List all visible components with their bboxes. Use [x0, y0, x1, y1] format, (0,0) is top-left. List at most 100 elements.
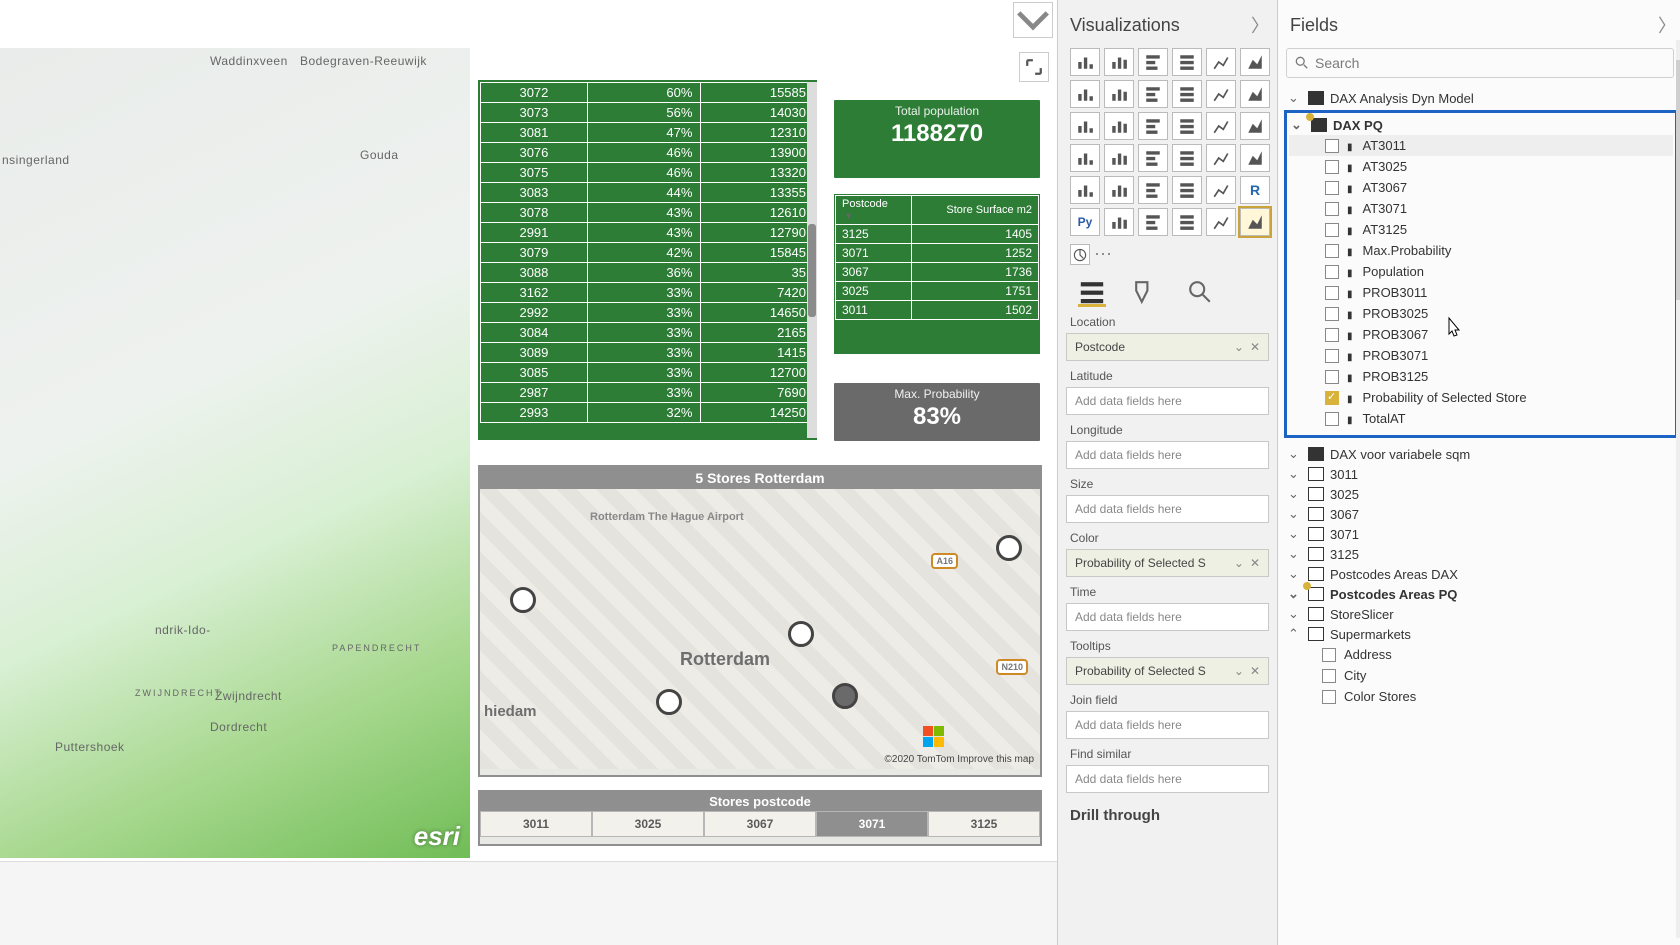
fields-scrollbar[interactable] [1676, 40, 1680, 938]
remove-field-icon[interactable]: ✕ [1250, 664, 1260, 678]
viz-analytics-icon[interactable] [1070, 244, 1090, 265]
table-dax-analysis[interactable]: ⌄DAX Analysis Dyn Model [1286, 88, 1676, 108]
table-row[interactable]: 308433%2165 [481, 323, 815, 343]
viz-type-icon[interactable] [1138, 144, 1168, 172]
remove-field-icon[interactable]: ✕ [1250, 556, 1260, 570]
field-checkbox[interactable] [1325, 244, 1339, 258]
viz-type-icon[interactable] [1206, 144, 1236, 172]
store-pin[interactable] [788, 621, 814, 647]
viz-type-icon[interactable] [1172, 208, 1202, 236]
field-checkbox[interactable] [1325, 223, 1339, 237]
table-row[interactable]: 307546%13320 [481, 163, 815, 183]
remove-field-icon[interactable]: ✕ [1250, 340, 1260, 354]
collapse-pane-icon[interactable]: 〉 [1658, 12, 1676, 38]
stores-postcode-slicer[interactable]: Stores postcode 30113025306730713125 [478, 790, 1042, 846]
table-row[interactable]: 31251405 [836, 225, 1039, 244]
field-checkbox[interactable] [1325, 286, 1339, 300]
field-checkbox[interactable] [1325, 349, 1339, 363]
viz-type-icon[interactable] [1138, 112, 1168, 140]
well-color[interactable]: Probability of Selected S ⌄✕ [1066, 549, 1269, 577]
page-dropdown-button[interactable] [1013, 2, 1053, 38]
chevron-down-icon[interactable]: ⌄ [1234, 340, 1244, 354]
store-pin-selected[interactable] [832, 683, 858, 709]
viz-type-icon[interactable] [1104, 144, 1134, 172]
field-item[interactable]: PROB3067 [1289, 324, 1673, 345]
well-time[interactable]: Add data fields here [1066, 603, 1269, 631]
store-pin[interactable] [656, 689, 682, 715]
table-row[interactable]: 30711252 [836, 244, 1039, 263]
postcode-probability-table[interactable]: 307260%15585307356%14030308147%123103076… [478, 80, 817, 440]
field-item[interactable]: PROB3011 [1289, 282, 1673, 303]
col-header-surface[interactable]: Store Surface m2 [911, 196, 1038, 225]
viz-type-icon[interactable] [1138, 48, 1168, 76]
field-checkbox[interactable] [1325, 412, 1339, 426]
field-checkbox[interactable] [1325, 265, 1339, 279]
viz-type-icon[interactable] [1104, 208, 1134, 236]
table-3025[interactable]: ⌄3025 [1286, 484, 1676, 504]
slicer-option[interactable]: 3071 [816, 811, 928, 837]
viz-type-icon[interactable] [1206, 48, 1236, 76]
table-row[interactable]: 30671736 [836, 263, 1039, 282]
viz-type-icon[interactable] [1070, 80, 1100, 108]
field-item[interactable]: AT3011 [1289, 135, 1673, 156]
fields-tab-icon[interactable] [1078, 279, 1106, 307]
table-row[interactable]: 308836%35 [481, 263, 815, 283]
store-pin[interactable] [996, 535, 1022, 561]
table-row[interactable]: 308147%12310 [481, 123, 815, 143]
viz-type-icon[interactable] [1070, 48, 1100, 76]
viz-type-icon[interactable] [1138, 208, 1168, 236]
field-item[interactable]: City [1286, 665, 1676, 686]
table-row[interactable]: 307356%14030 [481, 103, 815, 123]
table-row[interactable]: 308344%13355 [481, 183, 815, 203]
table-dax-var-sqm[interactable]: ⌄DAX voor variabele sqm [1286, 444, 1676, 464]
field-item[interactable]: Probability of Selected Store [1289, 387, 1673, 408]
viz-type-icon[interactable] [1240, 144, 1270, 172]
viz-type-icon[interactable] [1138, 176, 1168, 204]
field-item[interactable]: Population [1289, 261, 1673, 282]
table-row[interactable]: 308933%1415 [481, 343, 815, 363]
table-3071[interactable]: ⌄3071 [1286, 524, 1676, 544]
well-longitude[interactable]: Add data fields here [1066, 441, 1269, 469]
well-location[interactable]: Postcode ⌄✕ [1066, 333, 1269, 361]
table-row[interactable]: 307646%13900 [481, 143, 815, 163]
well-findsimilar[interactable]: Add data fields here [1066, 765, 1269, 793]
viz-type-icon[interactable] [1240, 80, 1270, 108]
well-size[interactable]: Add data fields here [1066, 495, 1269, 523]
col-header-postcode[interactable]: Postcode [836, 196, 912, 225]
table-postcodes-areas-pq[interactable]: ⌄Postcodes Areas PQ [1286, 584, 1676, 604]
field-item[interactable]: PROB3071 [1289, 345, 1673, 366]
table-row[interactable]: 307942%15845 [481, 243, 815, 263]
collapse-pane-icon[interactable]: 〉 [1251, 12, 1269, 38]
expand-icon[interactable] [1019, 52, 1049, 82]
table-postcodes-areas-dax[interactable]: ⌄Postcodes Areas DAX [1286, 564, 1676, 584]
viz-type-icon[interactable] [1240, 48, 1270, 76]
slicer-option[interactable]: 3011 [480, 811, 592, 837]
field-checkbox[interactable] [1325, 370, 1339, 384]
table-row[interactable]: 30251751 [836, 282, 1039, 301]
fields-search[interactable]: Search [1286, 48, 1674, 78]
viz-type-icon[interactable] [1172, 112, 1202, 140]
field-checkbox[interactable] [1325, 160, 1339, 174]
table-row[interactable]: 299233%14650 [481, 303, 815, 323]
more-options-icon[interactable]: ⋯ [1094, 244, 1112, 265]
slicer-option[interactable]: 3067 [704, 811, 816, 837]
viz-type-icon[interactable] [1070, 144, 1100, 172]
viz-type-icon[interactable] [1104, 80, 1134, 108]
field-item[interactable]: TotalAT [1289, 408, 1673, 429]
slicer-option[interactable]: 3025 [592, 811, 704, 837]
viz-type-icon[interactable] [1104, 112, 1134, 140]
field-checkbox[interactable] [1325, 139, 1339, 153]
viz-type-icon[interactable] [1172, 80, 1202, 108]
field-item[interactable]: AT3071 [1289, 198, 1673, 219]
viz-type-icon[interactable] [1070, 176, 1100, 204]
well-tooltips[interactable]: Probability of Selected S ⌄✕ [1066, 657, 1269, 685]
table-3011[interactable]: ⌄3011 [1286, 464, 1676, 484]
viz-type-icon[interactable] [1240, 112, 1270, 140]
field-checkbox[interactable] [1322, 648, 1336, 662]
table-row[interactable]: 298733%7690 [481, 383, 815, 403]
table-scrollbar[interactable] [807, 82, 817, 438]
viz-type-icon[interactable] [1240, 208, 1270, 236]
chevron-down-icon[interactable]: ⌄ [1234, 664, 1244, 678]
viz-type-icon[interactable]: R [1240, 176, 1270, 204]
choropleth-map[interactable]: Waddinxveen Bodegraven-Reeuwijk nsingerl… [0, 48, 470, 858]
